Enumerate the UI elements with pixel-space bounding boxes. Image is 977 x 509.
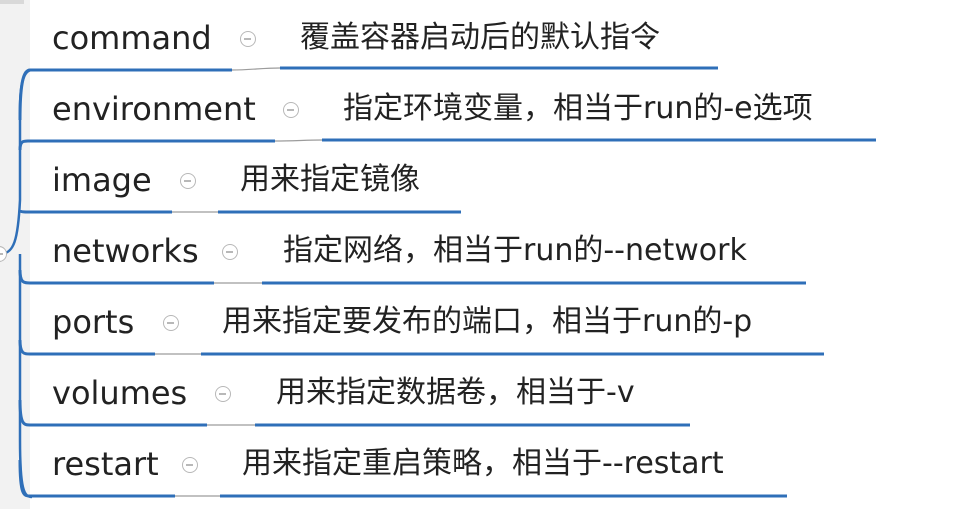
collapse-icon[interactable] xyxy=(215,386,231,402)
key-label[interactable]: volumes xyxy=(52,357,187,429)
key-label[interactable]: restart xyxy=(52,428,159,500)
mind-map: command 覆盖容器启动后的默认指令 environment 指定环境变量，… xyxy=(0,0,977,509)
node-networks: networks 指定网络，相当于run的--network xyxy=(0,215,977,287)
collapse-icon[interactable] xyxy=(180,173,196,189)
collapse-icon[interactable] xyxy=(283,102,299,118)
collapse-icon[interactable] xyxy=(163,315,179,331)
key-label[interactable]: ports xyxy=(52,286,134,358)
description-label[interactable]: 用来指定镜像 xyxy=(240,144,420,216)
collapse-icon[interactable] xyxy=(240,31,256,47)
node-command: command 覆盖容器启动后的默认指令 xyxy=(0,2,977,74)
node-volumes: volumes 用来指定数据卷，相当于-v xyxy=(0,357,977,429)
description-label[interactable]: 覆盖容器启动后的默认指令 xyxy=(300,2,660,74)
collapse-icon[interactable] xyxy=(222,244,238,260)
node-environment: environment 指定环境变量，相当于run的-e选项 xyxy=(0,73,977,145)
node-restart: restart 用来指定重启策略，相当于--restart xyxy=(0,428,977,500)
node-image: image 用来指定镜像 xyxy=(0,144,977,216)
description-label[interactable]: 用来指定要发布的端口，相当于run的-p xyxy=(222,286,752,358)
key-label[interactable]: environment xyxy=(52,73,256,145)
description-label[interactable]: 指定环境变量，相当于run的-e选项 xyxy=(343,73,813,145)
key-label[interactable]: image xyxy=(52,144,152,216)
collapse-icon[interactable] xyxy=(182,457,198,473)
description-label[interactable]: 用来指定数据卷，相当于-v xyxy=(276,357,635,429)
key-label[interactable]: command xyxy=(52,2,212,74)
description-label[interactable]: 用来指定重启策略，相当于--restart xyxy=(242,428,724,500)
key-label[interactable]: networks xyxy=(52,215,199,287)
node-ports: ports 用来指定要发布的端口，相当于run的-p xyxy=(0,286,977,358)
description-label[interactable]: 指定网络，相当于run的--network xyxy=(283,215,747,287)
